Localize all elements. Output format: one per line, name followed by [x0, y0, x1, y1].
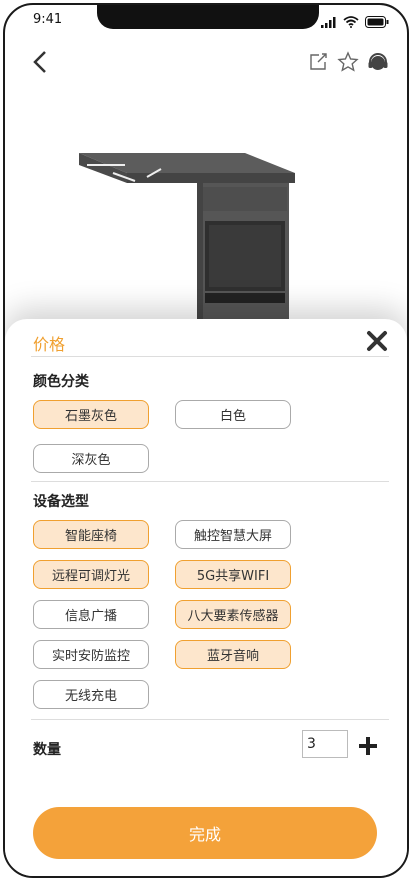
headset-icon[interactable] — [367, 51, 389, 73]
product-image — [65, 143, 305, 323]
device-option-touch-screen[interactable]: 触控智慧大屏 — [175, 520, 291, 549]
device-option-remote-light[interactable]: 远程可调灯光 — [33, 560, 149, 589]
color-option-graphite[interactable]: 石墨灰色 — [33, 400, 149, 429]
star-icon[interactable] — [337, 51, 359, 73]
device-option-bluetooth-speaker[interactable]: 蓝牙音响 — [175, 640, 291, 669]
battery-icon — [365, 13, 389, 32]
nav-actions — [307, 51, 389, 73]
quantity-label: 数量 — [33, 742, 61, 758]
status-bar: 9:41 — [5, 5, 407, 37]
device-option-smart-seat[interactable]: 智能座椅 — [33, 520, 149, 549]
sheet-title: 价格 — [33, 335, 66, 354]
done-button[interactable]: 完成 — [33, 807, 377, 859]
device-section-title: 设备选型 — [33, 494, 89, 510]
divider — [31, 481, 389, 482]
notch — [97, 5, 319, 29]
status-time: 9:41 — [33, 12, 63, 27]
status-icons — [321, 13, 389, 32]
chevron-left-icon[interactable] — [27, 47, 55, 77]
plus-icon[interactable] — [357, 735, 379, 757]
phone-frame: 9:41 价格 颜色分类 石墨灰色 白色 深灰色 设备选型 智能座椅 触控智慧大… — [3, 3, 409, 878]
nav-bar — [5, 45, 407, 81]
device-option-sensors[interactable]: 八大要素传感器 — [175, 600, 291, 629]
device-option-wireless-charging[interactable]: 无线充电 — [33, 680, 149, 709]
close-icon[interactable] — [365, 329, 389, 353]
color-section-title: 颜色分类 — [33, 374, 89, 390]
divider — [31, 719, 389, 720]
signal-icon — [321, 13, 337, 32]
sheet-header: 价格 — [31, 327, 389, 357]
device-option-broadcast[interactable]: 信息广播 — [33, 600, 149, 629]
options-sheet: 价格 颜色分类 石墨灰色 白色 深灰色 设备选型 智能座椅 触控智慧大屏 远程可… — [5, 319, 407, 876]
quantity-input[interactable] — [302, 730, 348, 758]
color-option-white[interactable]: 白色 — [175, 400, 291, 429]
device-option-5g-wifi[interactable]: 5G共享WIFI — [175, 560, 291, 589]
color-option-dark-gray[interactable]: 深灰色 — [33, 444, 149, 473]
wifi-icon — [343, 13, 359, 32]
device-option-security-monitor[interactable]: 实时安防监控 — [33, 640, 149, 669]
share-icon[interactable] — [307, 51, 329, 73]
